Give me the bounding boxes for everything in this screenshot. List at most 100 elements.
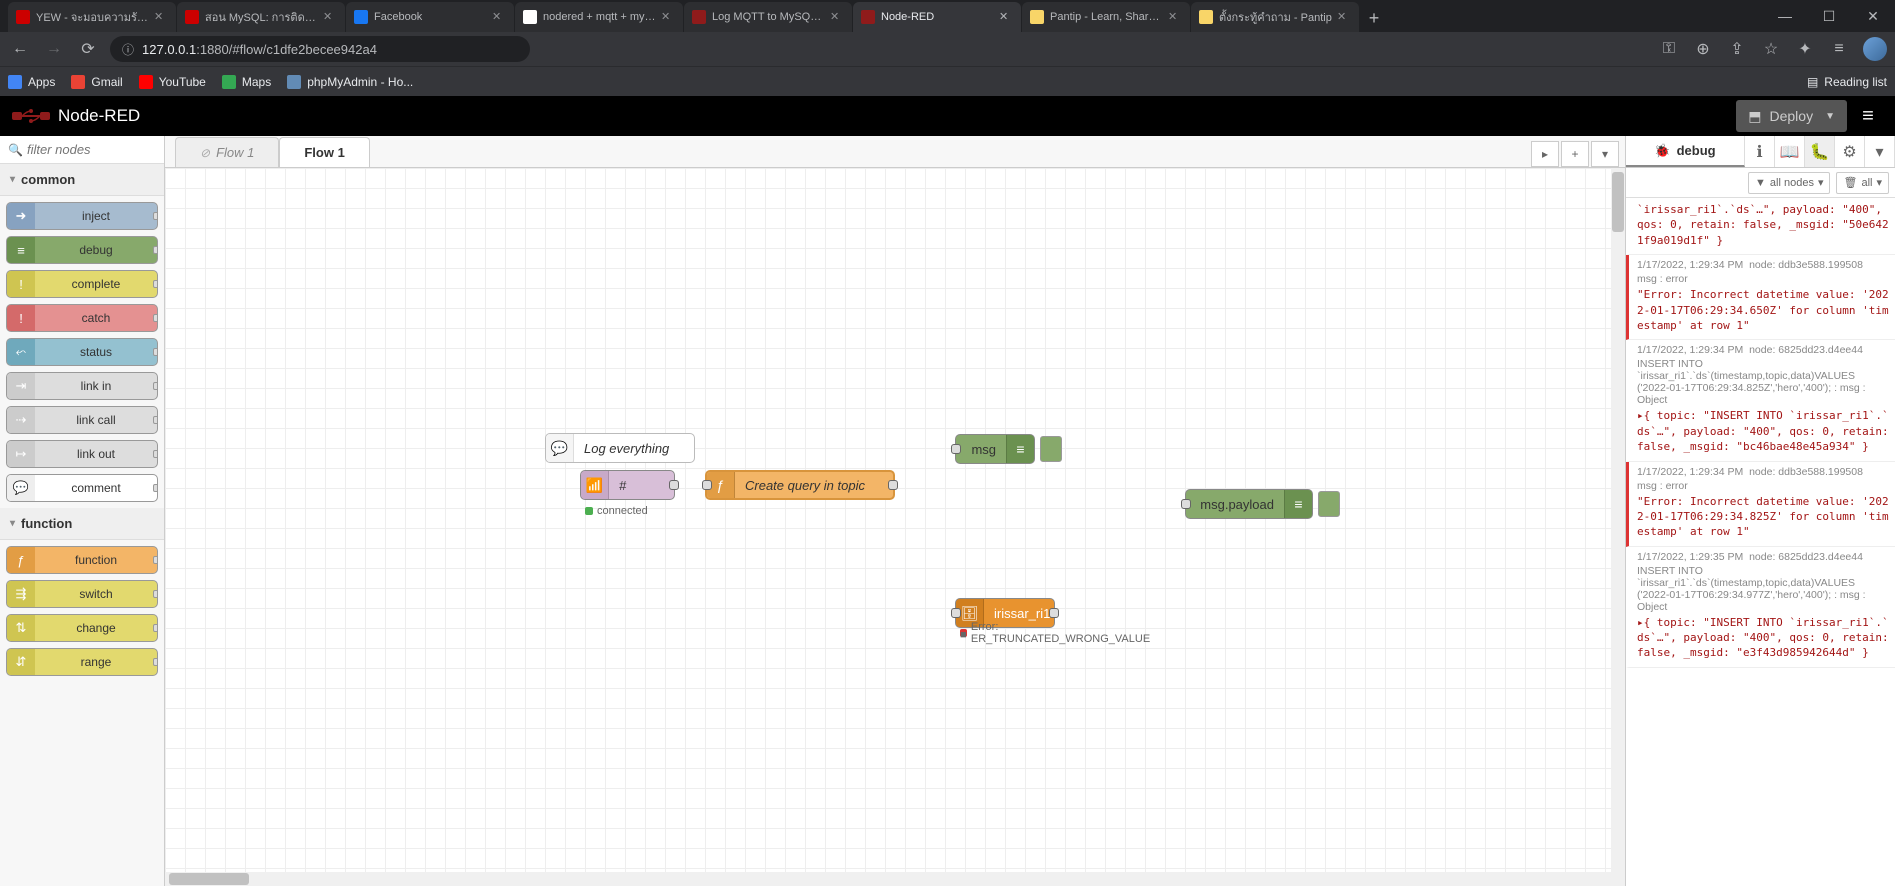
browser-tab[interactable]: nodered + mqtt + mysql -✕ <box>515 2 683 32</box>
close-tab-icon[interactable]: ✕ <box>154 10 168 24</box>
sidebar-tab-context[interactable]: ⚙ <box>1835 136 1865 167</box>
palette-node-debug[interactable]: ≡debug <box>6 236 158 264</box>
extensions-icon[interactable]: ✦ <box>1795 39 1815 59</box>
debug-message[interactable]: 1/17/2022, 1:29:34 PM node: ddb3e588.199… <box>1626 462 1895 547</box>
palette-category[interactable]: ▾common <box>0 164 164 196</box>
favicon <box>354 10 368 24</box>
output-port[interactable] <box>669 480 679 490</box>
debug-message[interactable]: `irissar_ri1`.`ds`…", payload: "400", qo… <box>1626 198 1895 255</box>
input-port[interactable] <box>951 444 961 454</box>
flow-canvas[interactable]: 💬 Log everything 📶 # connected ƒ Create … <box>165 168 1625 886</box>
workspace-tab[interactable]: ⊘Flow 1 <box>175 137 279 167</box>
reload-button[interactable]: ⟳ <box>76 37 100 61</box>
palette-node-link-in[interactable]: ⇥link in <box>6 372 158 400</box>
debug-toggle[interactable] <box>1040 436 1062 462</box>
debug-messages[interactable]: `irissar_ri1`.`ds`…", payload: "400", qo… <box>1626 198 1895 886</box>
node-type-icon: ➜ <box>7 203 35 229</box>
node-mysql[interactable]: 🗄 irissar_ri1 ■ Error: ER_TRUNCATED_WRON… <box>955 598 1055 628</box>
node-comment[interactable]: 💬 Log everything <box>545 433 695 463</box>
close-tab-icon[interactable]: ✕ <box>1168 10 1182 24</box>
maximize-button[interactable]: ☐ <box>1807 0 1851 32</box>
browser-tab[interactable]: Facebook✕ <box>346 2 514 32</box>
browser-tab[interactable]: Log MQTT to MySQL (flow✕ <box>684 2 852 32</box>
input-port[interactable] <box>702 480 712 490</box>
site-info-icon[interactable]: ⓘ <box>122 41 134 58</box>
main-menu-button[interactable]: ≡ <box>1853 101 1883 131</box>
browser-tab[interactable]: ตั้งกระทู้คำถาม - Pantip✕ <box>1191 2 1359 32</box>
list-flows-button[interactable]: ▾ <box>1591 141 1619 167</box>
bookmark-star-icon[interactable]: ☆ <box>1761 39 1781 59</box>
debug-message[interactable]: 1/17/2022, 1:29:34 PM node: 6825dd23.d4e… <box>1626 340 1895 461</box>
horizontal-scrollbar[interactable] <box>165 872 1611 886</box>
debug-message[interactable]: 1/17/2022, 1:29:34 PM node: ddb3e588.199… <box>1626 255 1895 340</box>
palette-node-link-out[interactable]: ↦link out <box>6 440 158 468</box>
add-flow-button[interactable]: + <box>1561 141 1589 167</box>
sidebar-tab-config[interactable]: 🐛 <box>1805 136 1835 167</box>
address-bar[interactable]: ⓘ 127.0.0.1:1880/#flow/c1dfe2becee942a4 <box>110 36 530 62</box>
browser-tab[interactable]: Pantip - Learn, Share & Fu✕ <box>1022 2 1190 32</box>
workspace-tab[interactable]: Flow 1 <box>279 137 369 167</box>
close-tab-icon[interactable]: ✕ <box>999 10 1013 24</box>
bookmark-item[interactable]: Gmail <box>71 75 122 89</box>
palette-node-switch[interactable]: ⇶switch <box>6 580 158 608</box>
palette-node-inject[interactable]: ➜inject <box>6 202 158 230</box>
node-mqtt-in[interactable]: 📶 # connected <box>580 470 675 500</box>
close-tab-icon[interactable]: ✕ <box>661 10 675 24</box>
sidebar-tab-info[interactable]: ℹ <box>1745 136 1775 167</box>
palette-node-status[interactable]: ⬿status <box>6 338 158 366</box>
debug-payload: ▸{ topic: "INSERT INTO `irissar_ri1`.`ds… <box>1637 408 1889 454</box>
palette-filter-input[interactable] <box>27 142 156 157</box>
bookmark-item[interactable]: Apps <box>8 75 55 89</box>
palette-node-catch[interactable]: !catch <box>6 304 158 332</box>
profile-avatar[interactable] <box>1863 37 1887 61</box>
minimize-button[interactable]: — <box>1763 0 1807 32</box>
close-tab-icon[interactable]: ✕ <box>492 10 506 24</box>
debug-clear[interactable]: 🗑 all ▾ <box>1836 172 1889 194</box>
back-button[interactable]: ← <box>8 37 32 61</box>
palette-node-complete[interactable]: !complete <box>6 270 158 298</box>
output-port[interactable] <box>888 480 898 490</box>
close-window-button[interactable]: ✕ <box>1851 0 1895 32</box>
node-type-label: switch <box>35 587 157 601</box>
share-icon[interactable]: ⇪ <box>1727 39 1747 59</box>
palette-node-change[interactable]: ⇅change <box>6 614 158 642</box>
sidebar-tab-help[interactable]: 📖 <box>1775 136 1805 167</box>
close-tab-icon[interactable]: ✕ <box>323 10 337 24</box>
node-debug-msg[interactable]: msg ≡ <box>955 434 1035 464</box>
reading-list-icon[interactable]: ≡ <box>1829 39 1849 59</box>
sidebar-tab-debug[interactable]: 🐞 debug <box>1626 136 1745 167</box>
output-port[interactable] <box>1049 608 1059 618</box>
node-type-icon: ≡ <box>7 237 35 263</box>
palette-filter[interactable]: 🔍 <box>0 136 164 164</box>
input-port[interactable] <box>951 608 961 618</box>
deploy-button[interactable]: ⬒ Deploy ▼ <box>1736 100 1847 132</box>
forward-button[interactable]: → <box>42 37 66 61</box>
browser-tab[interactable]: สอน MySQL: การติดตั้ง MySQ✕ <box>177 2 345 32</box>
input-port[interactable] <box>1181 499 1191 509</box>
bookmark-item[interactable]: phpMyAdmin - Ho... <box>287 75 413 89</box>
debug-toggle[interactable] <box>1318 491 1340 517</box>
node-function[interactable]: ƒ Create query in topic <box>705 470 895 500</box>
bookmark-item[interactable]: Maps <box>222 75 271 89</box>
zoom-icon[interactable]: ⊕ <box>1693 39 1713 59</box>
browser-tab[interactable]: Node-RED✕ <box>853 2 1021 32</box>
deploy-caret-icon[interactable]: ▼ <box>1825 111 1835 122</box>
new-tab-button[interactable]: + <box>1360 4 1388 32</box>
vertical-scrollbar[interactable] <box>1611 168 1625 886</box>
close-tab-icon[interactable]: ✕ <box>1337 10 1351 24</box>
debug-filter-nodes[interactable]: ▼ all nodes ▾ <box>1748 172 1830 194</box>
palette-node-link-call[interactable]: ⇢link call <box>6 406 158 434</box>
palette-node-comment[interactable]: 💬comment <box>6 474 158 502</box>
node-debug-payload[interactable]: msg.payload ≡ <box>1185 489 1313 519</box>
tab-scroll-right[interactable]: ▸ <box>1531 141 1559 167</box>
reading-list-button[interactable]: ▤ Reading list <box>1807 75 1887 89</box>
close-tab-icon[interactable]: ✕ <box>830 10 844 24</box>
palette-node-range[interactable]: ⇵range <box>6 648 158 676</box>
palette-node-function[interactable]: ƒfunction <box>6 546 158 574</box>
sidebar-tab-menu[interactable]: ▾ <box>1865 136 1895 167</box>
debug-message[interactable]: 1/17/2022, 1:29:35 PM node: 6825dd23.d4e… <box>1626 547 1895 668</box>
palette-category[interactable]: ▾function <box>0 508 164 540</box>
browser-tab[interactable]: YEW - จะมอบความรัก | Wish✕ <box>8 2 176 32</box>
password-icon[interactable]: ⚿ <box>1659 39 1679 59</box>
bookmark-item[interactable]: YouTube <box>139 75 206 89</box>
